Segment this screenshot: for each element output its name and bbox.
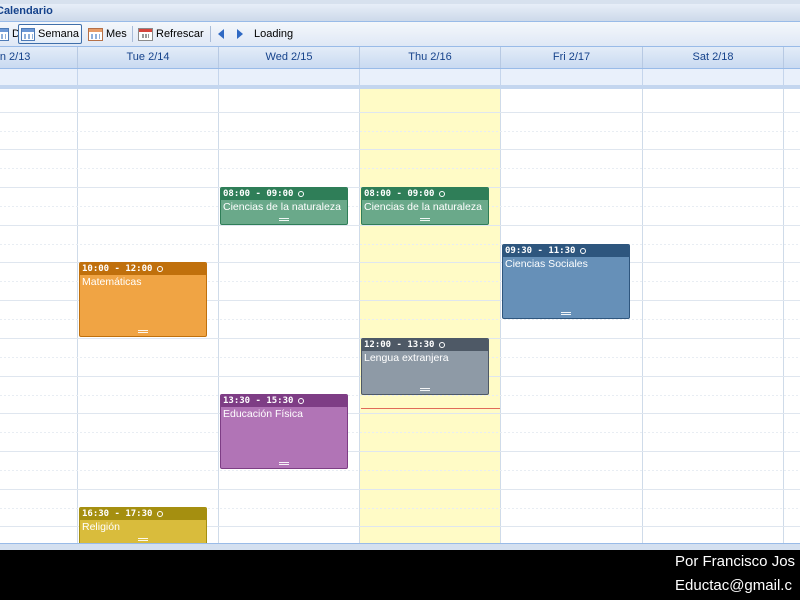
calendar-app: Calendario Dia Semana Mes Refrescar Load… <box>0 0 800 550</box>
event-title: Lengua extranjera <box>364 352 449 364</box>
calendar-event[interactable]: 08:00 - 09:00 Ciencias de la naturaleza <box>220 187 348 225</box>
event-title: Matemáticas <box>82 276 142 288</box>
week-time-grid[interactable]: 08:00 - 09:00 Ciencias de la naturaleza 08… <box>0 89 800 543</box>
all-day-cell[interactable] <box>643 69 784 85</box>
reminder-clock-icon <box>298 397 305 404</box>
day-header[interactable]: Tue 2/14 <box>78 47 219 68</box>
event-title: Ciencias de la naturaleza <box>364 201 482 213</box>
event-time: 08:00 - 09:00 <box>362 188 488 200</box>
hour-line <box>0 112 800 113</box>
all-day-cell[interactable] <box>78 69 219 85</box>
event-time: 08:00 - 09:00 <box>221 188 347 200</box>
toolbar-separator <box>132 26 133 42</box>
reminder-clock-icon <box>157 510 164 517</box>
hour-line <box>0 413 800 414</box>
calendar-event[interactable]: 10:00 - 12:00 Matemáticas <box>79 262 207 337</box>
event-title: Educación Física <box>223 408 303 420</box>
day-column[interactable] <box>0 89 78 543</box>
all-day-row[interactable] <box>0 69 800 89</box>
event-time: 10:00 - 12:00 <box>80 263 206 275</box>
event-title: Religión <box>82 521 120 533</box>
event-time-label: 16:30 - 17:30 <box>82 509 153 519</box>
event-time: 12:00 - 13:30 <box>362 339 488 351</box>
reminder-clock-icon <box>157 265 164 272</box>
status-text: Loading <box>252 24 295 44</box>
day-header[interactable]: Mon 2/13 <box>0 47 78 68</box>
hour-line <box>0 451 800 452</box>
resize-handle-icon[interactable] <box>420 218 430 221</box>
panel-titlebar: Calendario <box>0 4 800 22</box>
author-credit: Por Francisco Jos <box>675 553 796 570</box>
calendar-day-icon <box>0 27 9 41</box>
calendar-week-icon <box>21 27 36 41</box>
event-title: Ciencias Sociales <box>505 258 588 270</box>
half-hour-line <box>0 395 800 396</box>
day-header[interactable]: Fri 2/17 <box>501 47 643 68</box>
event-time: 09:30 - 11:30 <box>503 245 629 257</box>
week-view-button[interactable]: Semana <box>18 24 82 44</box>
event-title: Ciencias de la naturaleza <box>223 201 341 213</box>
all-day-cell[interactable] <box>501 69 643 85</box>
resize-handle-icon[interactable] <box>138 330 148 333</box>
all-day-cell[interactable] <box>219 69 360 85</box>
half-hour-line <box>0 432 800 433</box>
current-time-line <box>361 408 500 409</box>
resize-handle-icon[interactable] <box>561 312 571 315</box>
day-header-partial <box>784 47 800 68</box>
event-time-label: 13:30 - 15:30 <box>223 396 294 406</box>
reminder-clock-icon <box>439 190 446 197</box>
event-time-label: 09:30 - 11:30 <box>505 246 576 256</box>
calendar-toolbar: Dia Semana Mes Refrescar Loading <box>0 22 800 47</box>
calendar-event[interactable]: 09:30 - 11:30 Ciencias Sociales <box>502 244 630 319</box>
calendar-bottom-bar <box>0 543 800 550</box>
day-header[interactable]: Thu 2/16 <box>360 47 501 68</box>
month-view-button[interactable]: Mes <box>86 24 129 44</box>
day-column[interactable] <box>643 89 784 543</box>
refresh-label: Refrescar <box>156 28 204 40</box>
loading-label: Loading <box>254 28 294 40</box>
day-column[interactable] <box>219 89 360 543</box>
resize-handle-icon[interactable] <box>420 388 430 391</box>
hour-line <box>0 225 800 226</box>
reminder-clock-icon <box>439 341 446 348</box>
calendar-event[interactable]: 08:00 - 09:00 Ciencias de la naturaleza <box>361 187 489 225</box>
half-hour-line <box>0 470 800 471</box>
reminder-clock-icon <box>580 247 587 254</box>
refresh-button[interactable]: Refrescar <box>136 24 206 44</box>
event-time-label: 12:00 - 13:30 <box>364 340 435 350</box>
calendar-month-icon <box>88 27 103 41</box>
half-hour-line <box>0 168 800 169</box>
half-hour-line <box>0 244 800 245</box>
resize-handle-icon[interactable] <box>279 218 289 221</box>
author-email: Eductac@gmail.c <box>675 577 792 594</box>
hour-line <box>0 149 800 150</box>
next-arrow-icon[interactable] <box>237 29 243 39</box>
event-time-label: 08:00 - 09:00 <box>364 189 435 199</box>
half-hour-line <box>0 131 800 132</box>
resize-handle-icon[interactable] <box>138 538 148 541</box>
event-time-label: 08:00 - 09:00 <box>223 189 294 199</box>
hour-line <box>0 489 800 490</box>
previous-arrow-icon[interactable] <box>218 29 224 39</box>
day-header[interactable]: Wed 2/15 <box>219 47 360 68</box>
toolbar-separator <box>210 26 211 42</box>
panel-title: Calendario <box>0 5 53 17</box>
calendar-event[interactable]: 13:30 - 15:30 Educación Física <box>220 394 348 469</box>
all-day-cell[interactable] <box>360 69 501 85</box>
day-column-today[interactable] <box>360 89 501 543</box>
resize-handle-icon[interactable] <box>279 462 289 465</box>
calendar-event[interactable]: 12:00 - 13:30 Lengua extranjera <box>361 338 489 395</box>
all-day-cell[interactable] <box>0 69 78 85</box>
day-header[interactable]: Sat 2/18 <box>643 47 784 68</box>
event-time: 16:30 - 17:30 <box>80 508 206 520</box>
month-view-label: Mes <box>106 28 127 40</box>
event-time-label: 10:00 - 12:00 <box>82 264 153 274</box>
reminder-clock-icon <box>298 190 305 197</box>
calendar-event[interactable]: 16:30 - 17:30 Religión <box>79 507 207 543</box>
refresh-calendar-icon <box>138 27 153 41</box>
day-header-row: Mon 2/13 Tue 2/14 Wed 2/15 Thu 2/16 Fri … <box>0 47 800 69</box>
week-view-label: Semana <box>38 28 79 40</box>
event-time: 13:30 - 15:30 <box>221 395 347 407</box>
